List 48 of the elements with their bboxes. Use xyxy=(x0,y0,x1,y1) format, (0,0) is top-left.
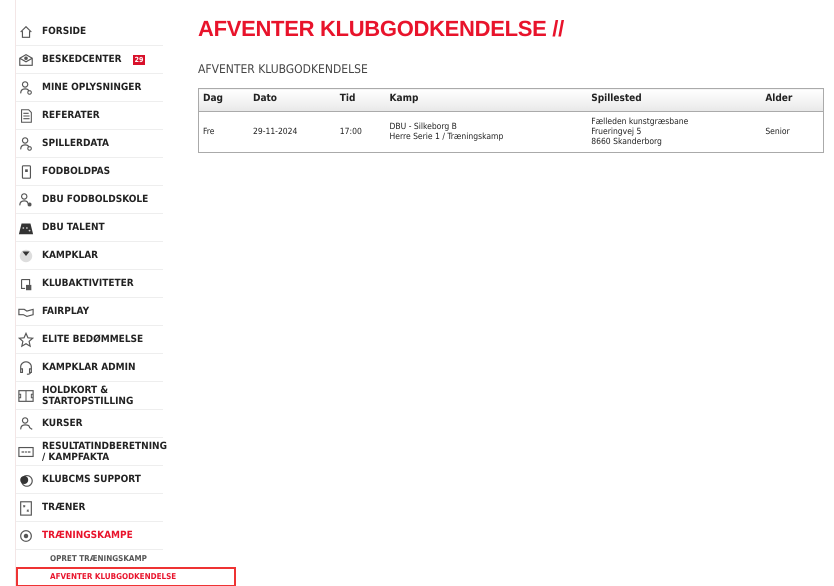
ball-icon xyxy=(18,528,34,544)
menu-item[interactable]: TRÆNER xyxy=(42,502,86,513)
submenu-item[interactable]: AFVENTER KLUBGODKENDELSE xyxy=(16,567,236,586)
column-header: Kamp xyxy=(386,88,588,112)
column-header: Dag xyxy=(198,88,249,112)
menu-item[interactable]: TRÆNINGSKAMPE xyxy=(42,530,133,541)
menu-item[interactable]: BESKEDCENTER xyxy=(42,54,122,65)
menu-item[interactable]: DBU TALENT xyxy=(42,222,105,233)
table-cell: 17:00 xyxy=(336,112,386,152)
envelope-icon xyxy=(18,52,34,68)
menu-item[interactable]: KLUBAKTIVITETER xyxy=(42,278,134,289)
field-icon xyxy=(18,388,34,404)
page-title: AFVENTER KLUBGODKENDELSE // xyxy=(198,16,565,42)
document-icon xyxy=(18,108,34,124)
menu-item[interactable]: SPILLERDATA xyxy=(42,138,109,149)
menu-item[interactable]: ELITE BEDØMMELSE xyxy=(42,334,144,345)
headset-icon xyxy=(18,360,34,376)
menu-item[interactable]: KAMPKLAR ADMIN xyxy=(42,362,136,373)
menu-item[interactable]: KAMPKLAR xyxy=(42,250,98,261)
menu-item[interactable]: MINE OPLYSNINGER xyxy=(42,82,142,93)
menu-item[interactable]: FAIRPLAY xyxy=(42,306,90,317)
menu-item[interactable]: REFERATER xyxy=(42,110,100,121)
menu-item[interactable]: KURSER xyxy=(42,418,83,429)
menu-item[interactable]: FORSIDE xyxy=(42,26,86,37)
table-cell: Senior xyxy=(761,112,824,152)
column-header: Alder xyxy=(761,88,824,112)
person-icon xyxy=(18,80,34,96)
menu-item[interactable]: HOLDKORT & STARTOPSTILLING xyxy=(42,384,163,406)
person-icon xyxy=(18,416,34,432)
table-cell: Fælleden kunstgræsbane Frueringvej 5 8660 Skanderborg xyxy=(587,112,762,152)
submenu-item[interactable]: OPRET TRÆNINGSKAMP xyxy=(16,550,163,565)
person-icon xyxy=(18,136,34,152)
column-header: Spillested xyxy=(587,88,762,112)
home-icon xyxy=(18,24,34,40)
menu-item[interactable]: DBU FODBOLDSKOLE xyxy=(42,194,148,205)
people-icon xyxy=(18,192,34,208)
clipboard-icon xyxy=(18,500,34,516)
star-icon xyxy=(18,332,34,348)
table-cell: 29-11-2024 xyxy=(248,112,336,152)
column-header: Tid xyxy=(336,88,386,112)
menu-item[interactable]: FODBOLDPAS xyxy=(42,166,110,177)
menu-item[interactable]: RESULTATINDBERETNING / KAMPFAKTA xyxy=(42,440,167,462)
table-cell: DBU - Silkeborg B Herre Serie 1 / Træningskamp xyxy=(386,112,588,152)
ball-icon xyxy=(18,248,34,264)
column-header: Dato xyxy=(248,88,336,112)
section-title: AFVENTER KLUBGODKENDELSE xyxy=(198,62,369,76)
table-cell: Fre xyxy=(198,112,249,152)
menu-item[interactable]: KLUBCMS SUPPORT xyxy=(42,474,141,485)
